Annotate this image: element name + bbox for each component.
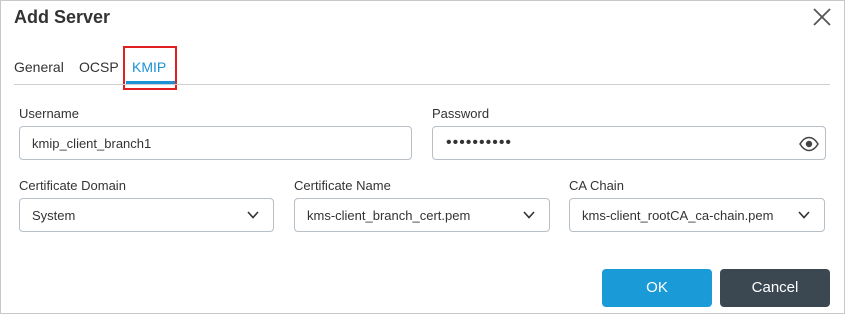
ca-chain-value: kms-client_rootCA_ca-chain.pem <box>582 208 774 223</box>
password-label: Password <box>432 106 490 121</box>
certificate-domain-label: Certificate Domain <box>19 178 126 193</box>
chevron-down-icon <box>798 211 810 219</box>
add-server-dialog: Add Server General OCSP KMIP Username km… <box>0 0 845 314</box>
ca-chain-label: CA Chain <box>569 178 624 193</box>
username-field[interactable]: kmip_client_branch1 <box>19 126 412 160</box>
certificate-domain-value: System <box>32 208 76 223</box>
username-value: kmip_client_branch1 <box>32 136 152 151</box>
password-field[interactable]: •••••••••• <box>432 126 826 160</box>
tabs-divider <box>14 84 830 85</box>
ca-chain-select[interactable]: kms-client_rootCA_ca-chain.pem <box>569 198 825 232</box>
eye-icon[interactable] <box>799 136 819 152</box>
chevron-down-icon <box>523 211 535 219</box>
ok-button[interactable]: OK <box>602 269 712 307</box>
tab-general[interactable]: General <box>14 59 64 75</box>
close-icon[interactable] <box>811 6 833 28</box>
cancel-button[interactable]: Cancel <box>720 269 830 307</box>
tab-ocsp[interactable]: OCSP <box>79 59 119 75</box>
chevron-down-icon <box>247 211 259 219</box>
certificate-domain-select[interactable]: System <box>19 198 274 232</box>
certificate-name-select[interactable]: kms-client_branch_cert.pem <box>294 198 550 232</box>
certificate-name-label: Certificate Name <box>294 178 391 193</box>
dialog-title: Add Server <box>14 7 111 27</box>
tab-kmip[interactable]: KMIP <box>132 59 166 75</box>
username-label: Username <box>19 106 79 121</box>
certificate-name-value: kms-client_branch_cert.pem <box>307 208 471 223</box>
password-value: •••••••••• <box>446 134 513 151</box>
